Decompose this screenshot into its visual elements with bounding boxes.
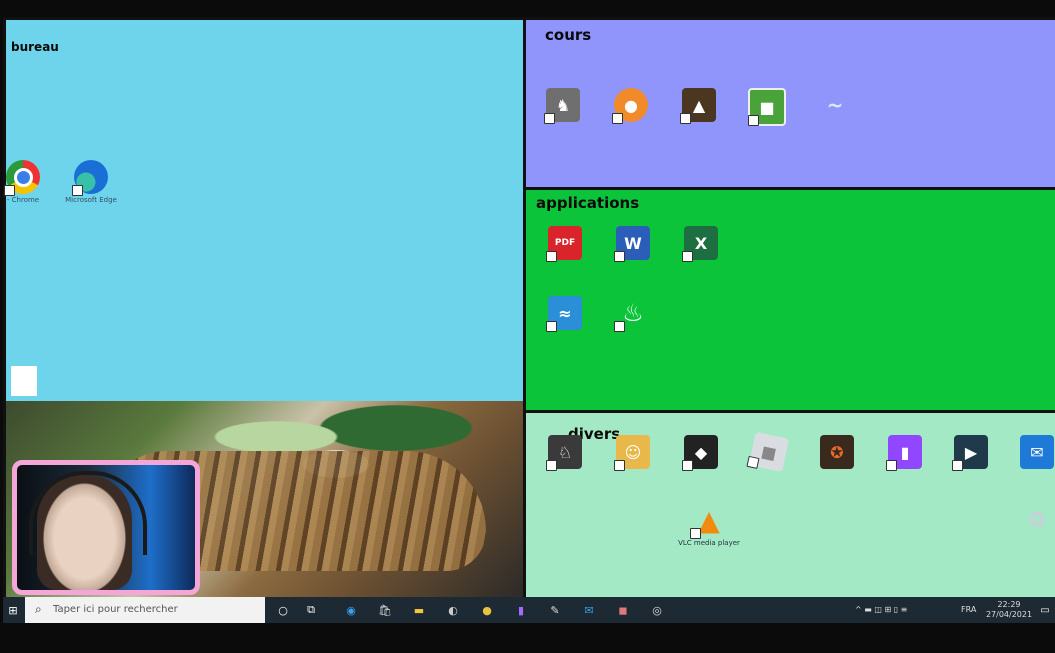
desktop-icon-mail[interactable]: ✉ bbox=[1002, 435, 1055, 471]
desktop-icon-roblox[interactable]: ■ bbox=[734, 431, 804, 473]
edge-taskbar-icon[interactable]: ◉ bbox=[341, 600, 361, 620]
desktop-icon-game[interactable]: ◆ bbox=[666, 435, 736, 471]
recycle-bin-icon: ♻ bbox=[1027, 507, 1047, 533]
flame-app-icon: ♨ bbox=[614, 296, 650, 332]
clock-date: 27/04/2021 bbox=[985, 610, 1033, 619]
desktop-icon-label: VLC media player bbox=[678, 539, 740, 547]
game-icon: ◆ bbox=[682, 435, 718, 471]
blue-app-icon: ≈ bbox=[546, 296, 582, 332]
desktop-icon-streamlabs[interactable]: ▶ bbox=[936, 435, 1006, 471]
obs-taskbar-icon[interactable]: ◎ bbox=[647, 600, 667, 620]
word-icon: W bbox=[614, 226, 650, 262]
vlc-icon: ▲ bbox=[690, 503, 726, 539]
desktop-icon-charmander[interactable]: ● bbox=[596, 88, 666, 124]
windows-start-icon[interactable]: ⊞ bbox=[3, 600, 23, 620]
edge-icon bbox=[72, 160, 108, 196]
desktop-icon-label: - Chrome bbox=[6, 196, 40, 204]
roblox-icon: ■ bbox=[746, 431, 790, 473]
desktop-icon-excel[interactable]: X bbox=[666, 226, 736, 262]
search-input[interactable]: Taper ici pour rechercher bbox=[53, 604, 178, 615]
desktop-icon-user[interactable]: ☺ bbox=[598, 435, 668, 471]
bureau-panel: bureau - Chrome Microsoft Edge bbox=[4, 20, 523, 401]
charmander-icon: ● bbox=[612, 88, 648, 124]
desktop-icon-vlc[interactable]: ▲ VLC media player bbox=[664, 503, 754, 548]
tray-icons[interactable]: ^ ▬ ◫ ⊞ ▯ ≡ bbox=[855, 605, 907, 614]
desktop-icon-tree[interactable]: ▲ bbox=[664, 88, 734, 124]
desktop-icon-minecraft[interactable]: ■ bbox=[732, 88, 802, 128]
excel-icon: X bbox=[682, 226, 718, 262]
desktop-icon-blank-file[interactable] bbox=[0, 366, 59, 396]
screen: bureau - Chrome Microsoft Edge cours ♞ ●… bbox=[3, 17, 1055, 623]
desktop-icon-word[interactable]: W bbox=[598, 226, 668, 262]
twitch-taskbar-icon[interactable]: ▮ bbox=[511, 600, 531, 620]
llama-icon: ♘ bbox=[546, 435, 582, 471]
applications-panel: applications PDF W X ≈ ♨ bbox=[526, 190, 1055, 410]
user-icon: ☺ bbox=[614, 435, 650, 471]
chrome-icon bbox=[4, 160, 40, 196]
desktop-icon-label: Microsoft Edge bbox=[65, 196, 117, 204]
webcam-overlay-area bbox=[6, 401, 523, 597]
taskbar: ⊞ ⌕ Taper ici pour rechercher ○ ⧉ ◉ 🛍 ▬ … bbox=[3, 597, 1055, 623]
desktop-icon-flame-app[interactable]: ♨ bbox=[598, 296, 668, 332]
applications-title: applications bbox=[536, 194, 640, 212]
streamlabs-icon: ▶ bbox=[952, 435, 988, 471]
desktop-icon-horse[interactable]: ♞ bbox=[528, 88, 598, 124]
search-box[interactable]: ⌕ Taper ici pour rechercher bbox=[25, 597, 265, 623]
horse-icon: ♞ bbox=[544, 88, 580, 124]
teams-taskbar-icon[interactable]: ◼ bbox=[613, 600, 633, 620]
task-view-icon[interactable]: ⧉ bbox=[301, 600, 321, 620]
cours-panel: cours ♞ ● ▲ ■ ~ bbox=[526, 20, 1055, 187]
language-indicator[interactable]: FRA bbox=[961, 605, 976, 614]
pdf-icon: PDF bbox=[546, 226, 582, 262]
tree-icon: ▲ bbox=[680, 88, 716, 124]
pen-taskbar-icon[interactable]: ✎ bbox=[545, 600, 565, 620]
mail-icon: ✉ bbox=[1020, 435, 1054, 469]
desktop-icon-pdf[interactable]: PDF bbox=[530, 226, 600, 262]
app-taskbar-icon[interactable]: ◐ bbox=[443, 600, 463, 620]
dolphin-icon: ~ bbox=[826, 93, 844, 117]
search-icon: ⌕ bbox=[35, 602, 42, 616]
desktop-icon-blue-app[interactable]: ≈ bbox=[530, 296, 600, 332]
mail-taskbar-icon[interactable]: ✉ bbox=[579, 600, 599, 620]
blank-file-icon bbox=[11, 366, 37, 396]
chrome-taskbar-icon[interactable]: ● bbox=[477, 600, 497, 620]
desktop-icon-twitch[interactable]: ▮ bbox=[870, 435, 940, 471]
store-icon[interactable]: 🛍 bbox=[375, 600, 395, 620]
cortana-icon[interactable]: ○ bbox=[273, 600, 293, 620]
notification-icon[interactable]: ▭ bbox=[1035, 600, 1055, 620]
headset-icon bbox=[29, 471, 147, 555]
cours-title: cours bbox=[545, 26, 592, 44]
minecraft-icon: ■ bbox=[748, 88, 786, 126]
divers-panel: divers ♘ ☺ ◆ ■ ✪ ▮ ▶ ✉ ▲ VLC media playe… bbox=[526, 413, 1055, 597]
desktop-icon-edge[interactable]: Microsoft Edge bbox=[56, 160, 126, 205]
desktop-icon-team-fortress[interactable]: ✪ bbox=[802, 435, 872, 471]
clock[interactable]: 22:29 27/04/2021 bbox=[981, 600, 1037, 620]
desktop-icon-recycle-bin[interactable]: ♻ bbox=[1002, 503, 1055, 539]
team-fortress-icon: ✪ bbox=[820, 435, 854, 469]
bureau-title: bureau bbox=[11, 40, 59, 54]
clock-time: 22:29 bbox=[997, 600, 1021, 609]
webcam-feed bbox=[12, 460, 200, 595]
desktop-icon-chrome[interactable]: - Chrome bbox=[0, 160, 58, 205]
file-explorer-icon[interactable]: ▬ bbox=[409, 600, 429, 620]
desktop-icon-dolphin[interactable]: ~ bbox=[800, 88, 870, 124]
desktop-icon-llama[interactable]: ♘ bbox=[530, 435, 600, 471]
twitch-icon: ▮ bbox=[886, 435, 922, 471]
